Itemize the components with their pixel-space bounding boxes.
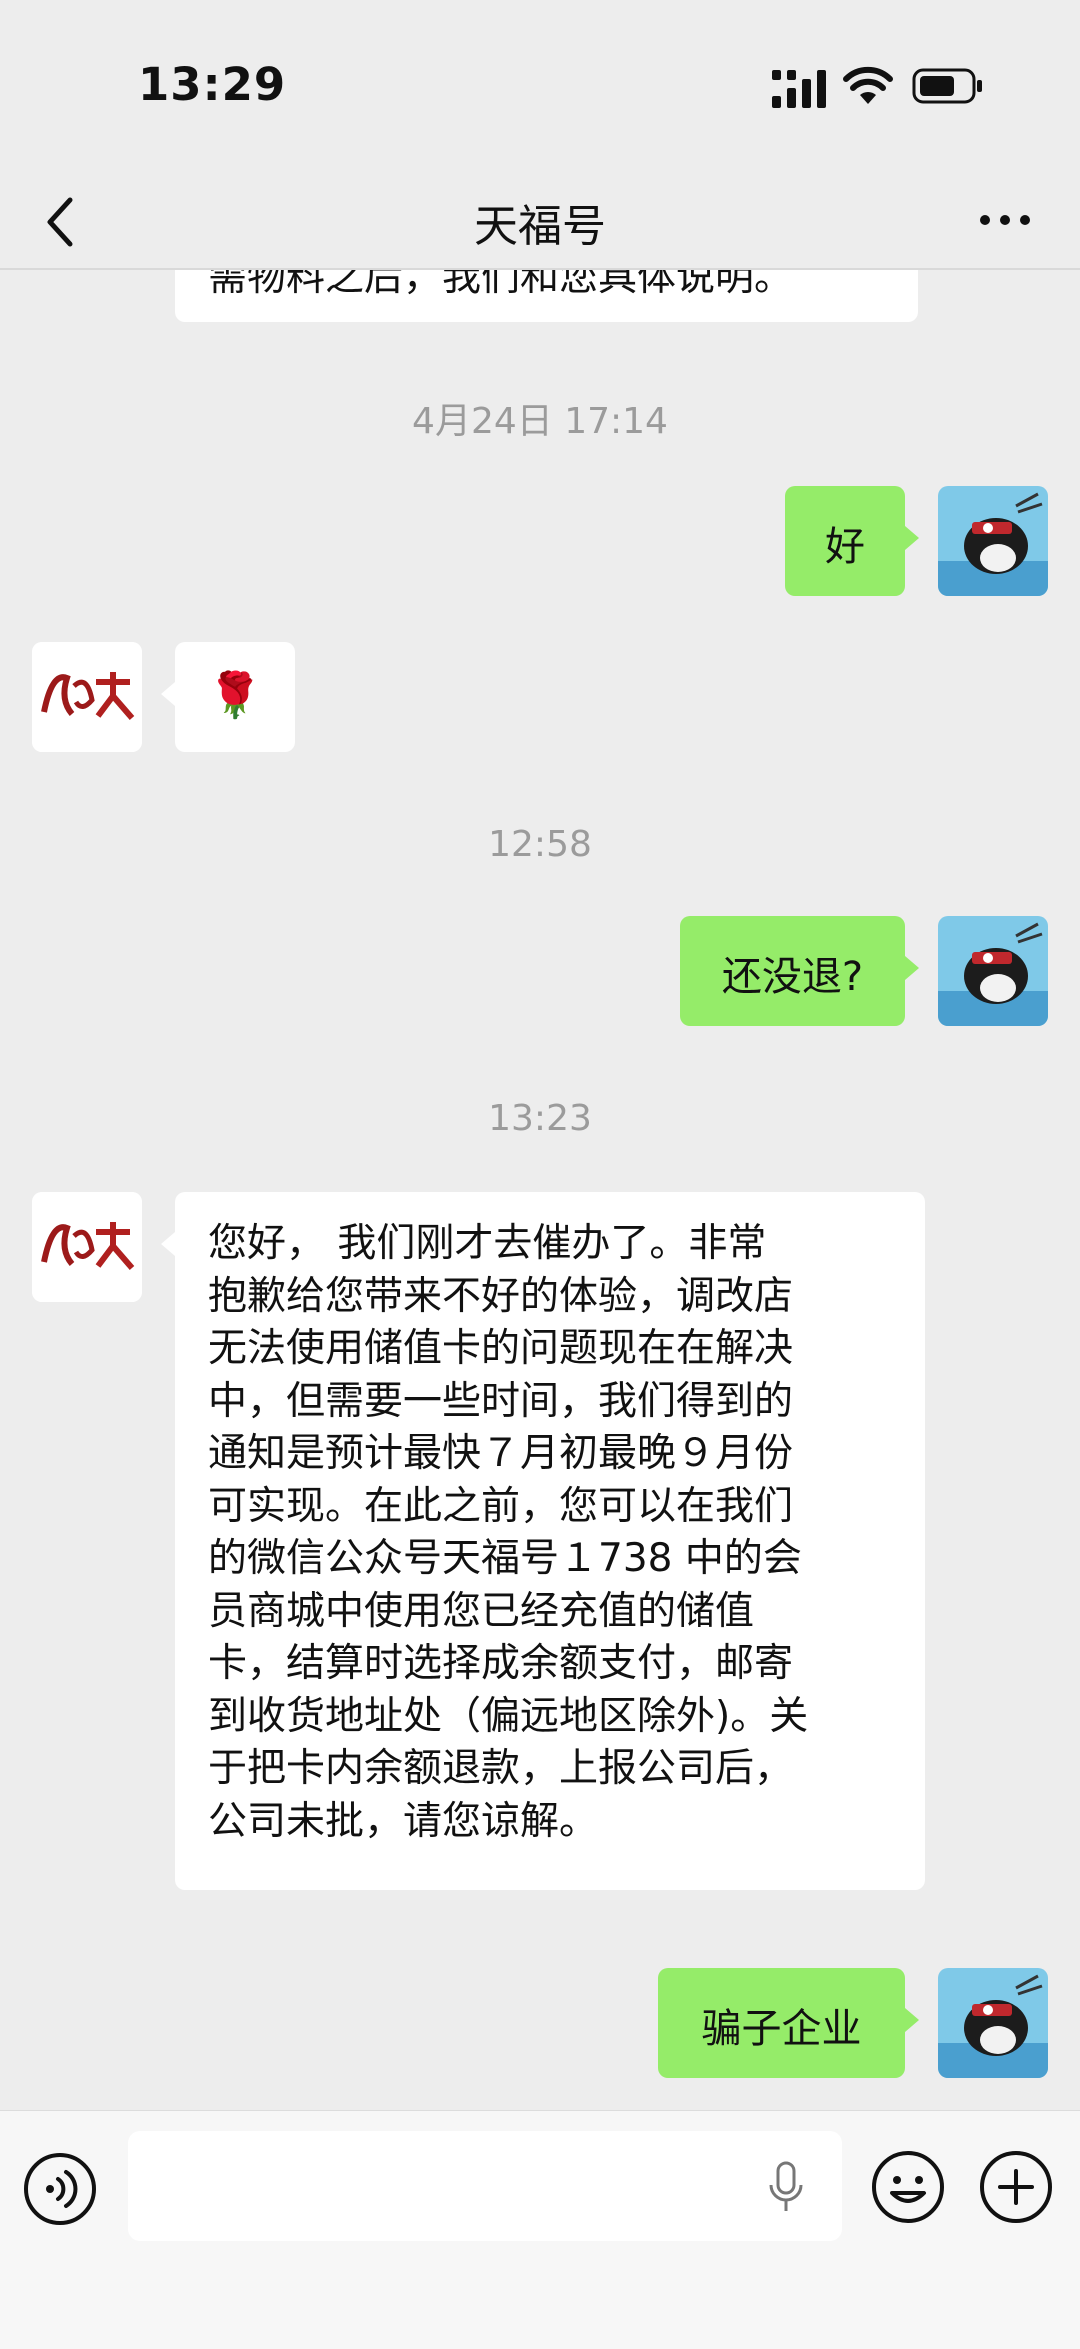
avatar-self[interactable] (938, 916, 1048, 1026)
message-bubble-received[interactable]: 您好， 我们刚才去催办了。非常 抱歉给您带来不好的体验，调改店 无法使用储值卡的… (161, 1192, 925, 1890)
input-bar (0, 2110, 1080, 2349)
message-text: 还没退? (721, 954, 864, 1000)
avatar-contact[interactable] (32, 642, 142, 752)
message-input[interactable] (128, 2131, 842, 2241)
message-line: 您好， 我们刚才去催办了。非常 (208, 1221, 767, 1266)
chat-title: 天福号 (474, 201, 606, 252)
message-line: 卡，结算时选择成余额支付，邮寄 (208, 1641, 794, 1686)
message-line: 中，但需要一些时间，我们得到的 (208, 1378, 794, 1424)
message-line: 公司未批，请您谅解。 (208, 1798, 599, 1844)
emoji-icon[interactable] (870, 2149, 946, 2225)
message-bubble-sent[interactable]: 还没退? (680, 916, 919, 1026)
message-line: 员商城中使用您已经充值的储值 (208, 1588, 755, 1634)
message-text: 您好， 我们刚才去催办了。非常 抱歉给您带来不好的体验，调改店 无法使用储值卡的… (208, 1218, 908, 1848)
message-line: 于把卡内余额退款，上报公司后， (208, 1746, 794, 1791)
message-line: 通知是预计最快７月初最晚９月份 (208, 1431, 794, 1476)
chat-area[interactable]: 需物料之后，我们和您具体说明。 4月24日 17:14 好 🌹 12:58 还没… (0, 270, 1080, 2110)
status-time: 13:29 (138, 58, 287, 111)
message-line: 抱歉给您带来不好的体验，调改店 (208, 1273, 794, 1319)
voice-icon[interactable] (22, 2151, 98, 2227)
message-text: 骗子企业 (701, 2006, 862, 2052)
message-bubble-sent[interactable]: 好 (785, 486, 919, 596)
rose-emoji: 🌹 (207, 670, 263, 721)
more-dots-icon[interactable] (975, 190, 1035, 250)
wifi-icon (843, 66, 893, 104)
microphone-icon[interactable] (766, 2159, 806, 2215)
plus-icon[interactable] (978, 2149, 1054, 2225)
timestamp: 12:58 (488, 824, 592, 865)
message-text: 好 (825, 524, 865, 570)
message-line: 的微信公众号天福号１738 中的会 (208, 1536, 802, 1581)
timestamp: 4月24日 17:14 (412, 401, 668, 442)
message-line: 可实现。在此之前，您可以在我们 (208, 1483, 794, 1529)
message-text: 需物料之后，我们和您具体说明。 (208, 270, 794, 300)
battery-icon (912, 68, 982, 104)
timestamp: 13:23 (488, 1098, 592, 1139)
avatar-contact[interactable] (32, 1192, 142, 1302)
message-line: 到收货地址处（偏远地区除外)。关 (208, 1693, 809, 1739)
message-bubble-sent[interactable]: 骗子企业 (658, 1968, 919, 2078)
status-bar: 13:29 (0, 0, 1080, 170)
message-bubble-received[interactable]: 🌹 (161, 642, 295, 752)
cellular-signal-icon (772, 70, 826, 108)
chat-header: 天福号 (0, 170, 1080, 270)
message-bubble-partial[interactable]: 需物料之后，我们和您具体说明。 (175, 270, 918, 322)
message-line: 无法使用储值卡的问题现在在解决 (208, 1326, 794, 1371)
avatar-self[interactable] (938, 1968, 1048, 2078)
avatar-self[interactable] (938, 486, 1048, 596)
